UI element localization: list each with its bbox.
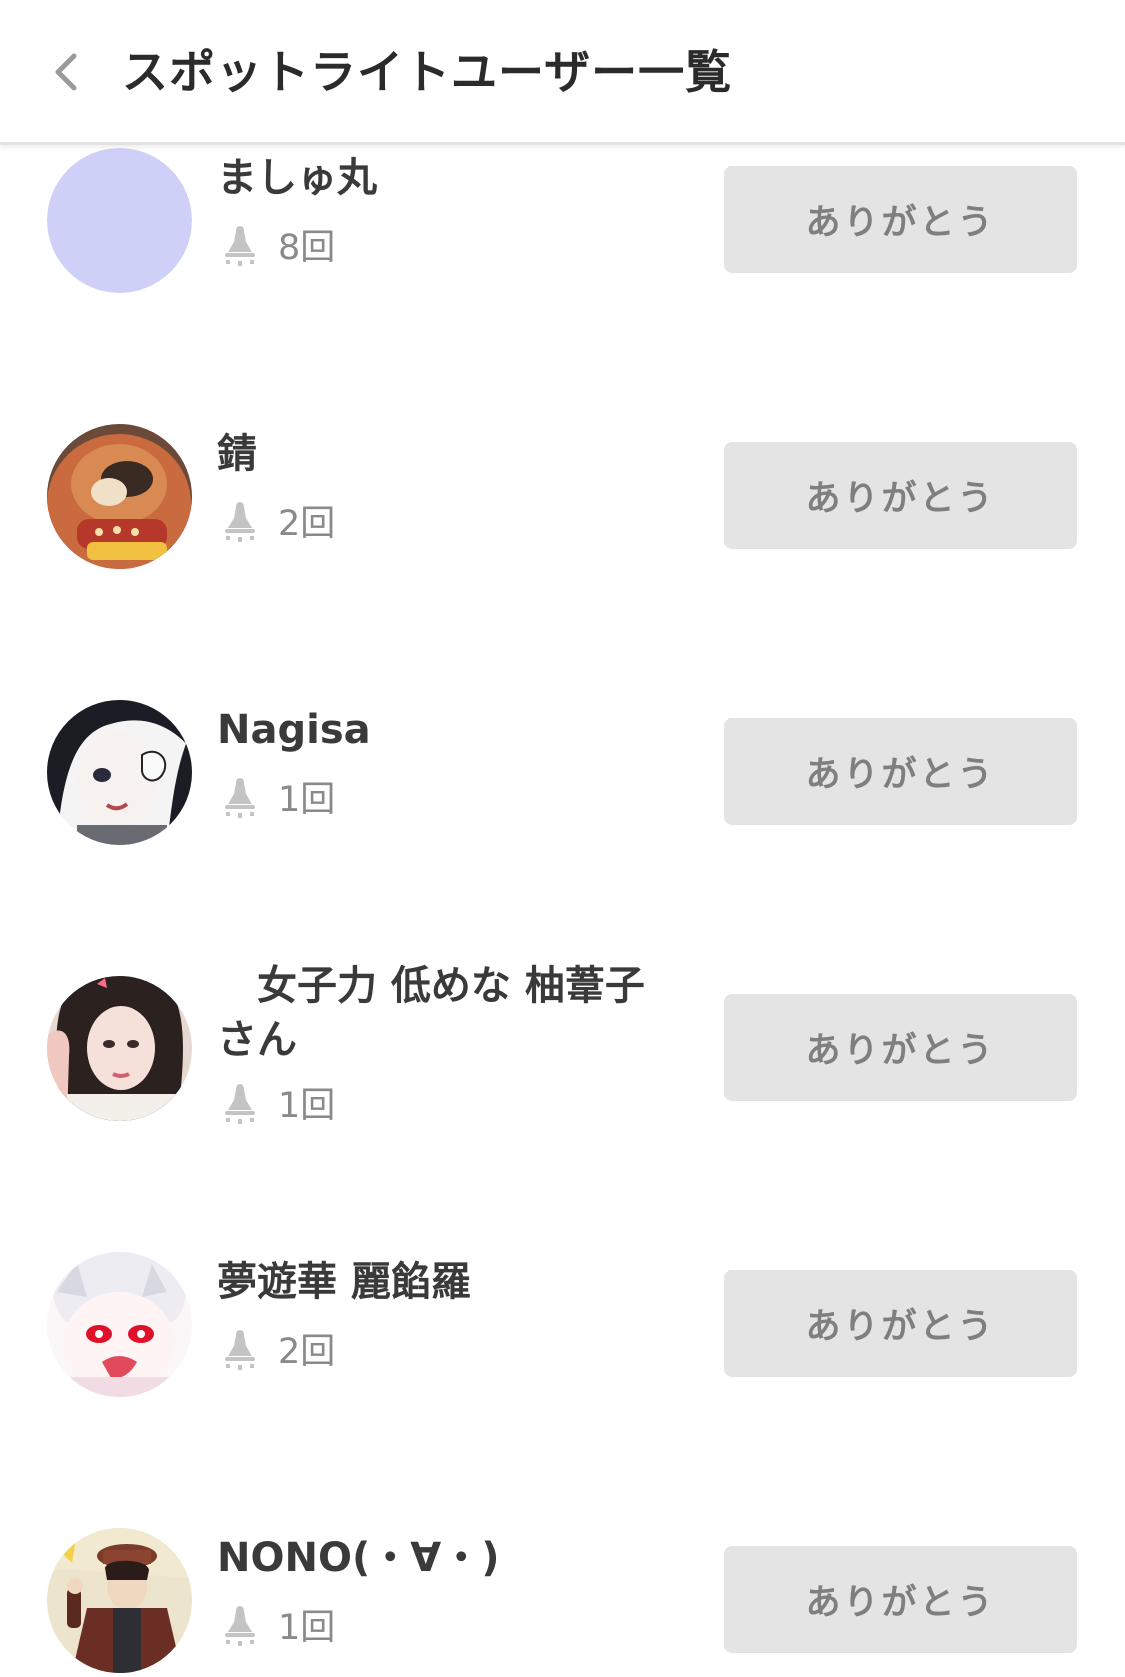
thanks-button[interactable]: ありがとう: [724, 442, 1077, 549]
avatar[interactable]: [47, 148, 192, 293]
back-button[interactable]: [40, 40, 90, 104]
spotlight-icon: [225, 1606, 255, 1646]
spotlight-icon: [225, 778, 255, 818]
spotlight-icon: [225, 1084, 255, 1124]
avatar[interactable]: [47, 424, 192, 569]
count-text: 2回: [278, 503, 336, 544]
user-name[interactable]: 女子力 低めな 柚葦子さん: [217, 959, 677, 1067]
count-text: 1回: [278, 1607, 336, 1648]
spotlight-icon: [225, 1330, 255, 1370]
spotlight-count: 1回: [222, 771, 335, 821]
thanks-button[interactable]: ありがとう: [724, 1546, 1077, 1653]
count-text: 8回: [278, 227, 336, 268]
app-header: スポットライトユーザー一覧: [0, 0, 1125, 145]
thanks-button[interactable]: ありがとう: [724, 166, 1077, 273]
page-title: スポットライトユーザー一覧: [122, 45, 733, 99]
spotlight-count: 1回: [222, 1077, 335, 1127]
spotlight-count: 8回: [222, 219, 335, 269]
spotlight-count: 2回: [222, 1323, 335, 1373]
avatar[interactable]: [47, 700, 192, 845]
spotlight-count: 1回: [222, 1599, 335, 1649]
user-name[interactable]: 錆: [217, 427, 677, 481]
chevron-left-icon: [55, 53, 77, 91]
spotlight-count: 2回: [222, 495, 335, 545]
user-name[interactable]: Nagisa: [217, 703, 677, 757]
count-text: 2回: [278, 1331, 336, 1372]
count-text: 1回: [278, 1085, 336, 1126]
avatar[interactable]: [47, 1252, 192, 1397]
user-name[interactable]: ましゅ丸: [217, 151, 677, 205]
avatar[interactable]: [47, 1528, 192, 1673]
spotlight-icon: [225, 226, 255, 266]
thanks-button[interactable]: ありがとう: [724, 994, 1077, 1101]
thanks-button[interactable]: ありがとう: [724, 1270, 1077, 1377]
user-name[interactable]: NONO(・∀・): [217, 1531, 677, 1585]
count-text: 1回: [278, 779, 336, 820]
user-name[interactable]: 夢遊華 麗餡羅: [217, 1255, 677, 1309]
spotlight-icon: [225, 502, 255, 542]
thanks-button[interactable]: ありがとう: [724, 718, 1077, 825]
avatar[interactable]: [47, 976, 192, 1121]
